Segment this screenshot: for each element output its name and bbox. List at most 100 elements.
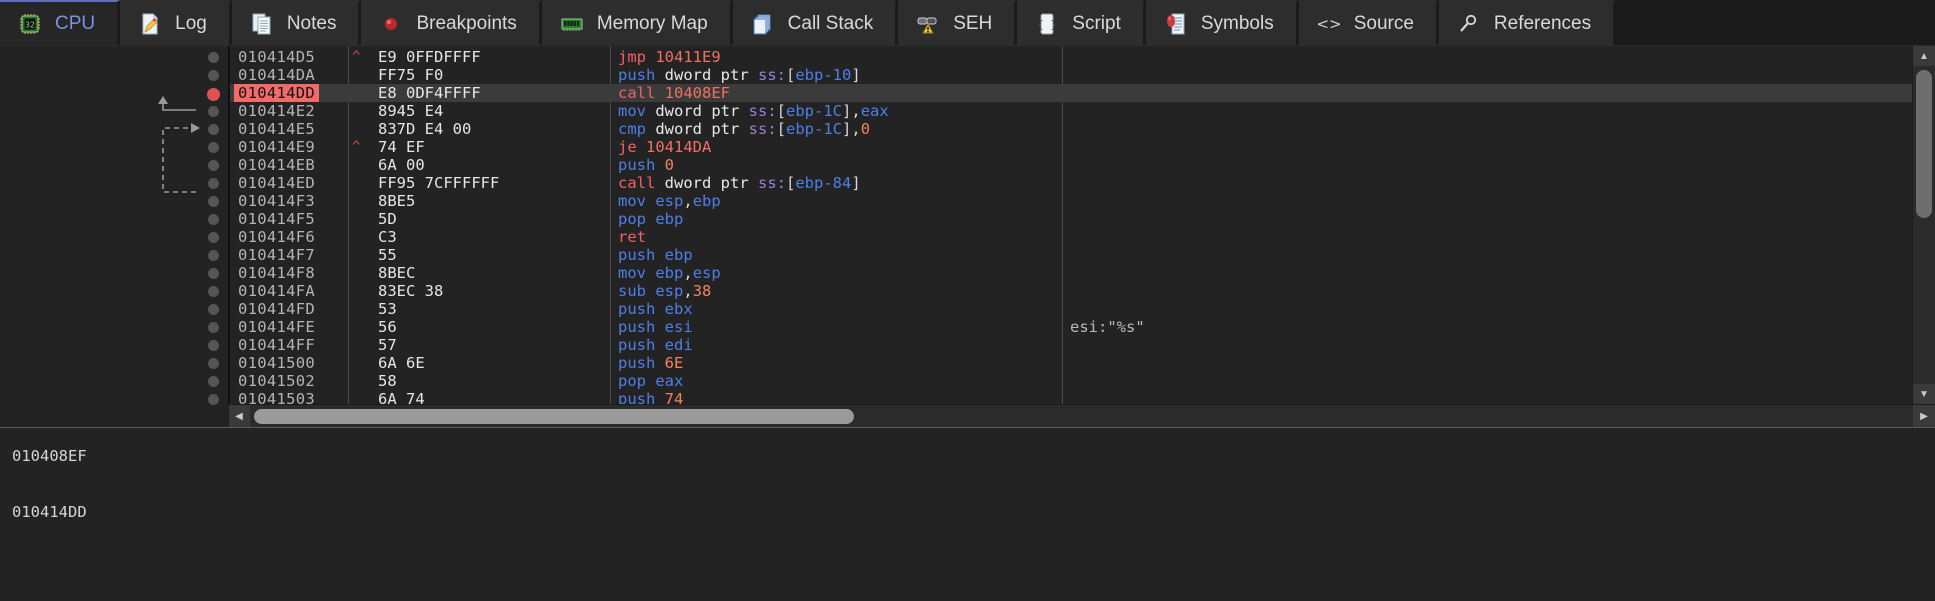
- instruction-mnemonic: jmp: [618, 48, 646, 66]
- tab-source[interactable]: <> Source: [1298, 0, 1439, 45]
- disassembly-row[interactable]: 010414E9 ^ 74 EF je 10414DA: [230, 138, 1912, 156]
- disassembly-row[interactable]: 010414ED FF95 7CFFFFFF call dword ptr ss:[…: [230, 174, 1912, 192]
- scroll-left-icon[interactable]: ◀: [228, 405, 250, 427]
- instruction-address: 010414F5: [238, 210, 316, 228]
- instruction-text: push dword ptr ss:[ebp-10]: [618, 66, 861, 84]
- instruction-operand: ss:: [758, 174, 786, 192]
- disassembly-row[interactable]: 01041500 6A 6E push 6E: [230, 354, 1912, 372]
- breakpoint-toggle-icon[interactable]: [208, 70, 219, 81]
- breakpoint-toggle-icon[interactable]: [208, 178, 219, 189]
- disassembly-vertical-scrollbar[interactable]: ▲ ▼: [1912, 46, 1935, 404]
- instruction-address: 010414D5: [238, 48, 316, 66]
- tab-memory-map[interactable]: Memory Map: [541, 0, 733, 45]
- scroll-up-icon[interactable]: ▲: [1913, 46, 1935, 66]
- breakpoint-toggle-icon[interactable]: [208, 142, 219, 153]
- disassembly-row[interactable]: 010414F8 8BEC mov ebp,esp: [230, 264, 1912, 282]
- disassembly-row[interactable]: 010414DD E8 0DF4FFFF call 10408EF: [230, 84, 1912, 102]
- disassembly-row[interactable]: 010414FF 57 push edi: [230, 336, 1912, 354]
- breakpoint-toggle-icon[interactable]: [208, 214, 219, 225]
- disassembly-list[interactable]: 010414D5 ^ E9 0FFDFFFF jmp 10411E9 010414DA F…: [228, 46, 1912, 404]
- instruction-mnemonic: push: [618, 336, 656, 354]
- instruction-bytes: E8 0DF4FFFF: [378, 84, 481, 102]
- tab-cpu[interactable]: 32 CPU: [0, 0, 121, 45]
- instruction-address: 010414F6: [238, 228, 316, 246]
- tab-log[interactable]: Log: [120, 0, 232, 45]
- disassembly-row[interactable]: 010414F3 8BE5 mov esp,ebp: [230, 192, 1912, 210]
- breakpoint-toggle-icon[interactable]: [208, 250, 219, 261]
- instruction-operand: esi: [664, 318, 693, 336]
- tab-label: Source: [1353, 13, 1414, 34]
- panel-edge: [228, 403, 229, 427]
- instruction-address: 010414E5: [238, 120, 316, 138]
- scroll-down-icon[interactable]: ▼: [1913, 384, 1935, 404]
- disassembly-row[interactable]: 010414EB 6A 00 push 0: [230, 156, 1912, 174]
- breakpoint-set-icon[interactable]: [207, 88, 220, 101]
- disassembly-row[interactable]: 01041503 6A 74 push 74: [230, 390, 1912, 404]
- tab-label: SEH: [953, 13, 993, 34]
- disassembly-row[interactable]: 010414FE 56 push esi esi:"%s": [230, 318, 1912, 336]
- breakpoint-toggle-icon[interactable]: [208, 322, 219, 333]
- instruction-bytes: FF75 F0: [378, 66, 444, 84]
- tab-notes[interactable]: Notes: [231, 0, 362, 45]
- breakpoint-toggle-icon[interactable]: [208, 340, 219, 351]
- jump-direction-icon: ^: [352, 139, 361, 155]
- disassembly-horizontal-scrollbar[interactable]: ◀ ▶: [228, 404, 1935, 427]
- memory-ram-icon: [560, 12, 584, 36]
- tab-script[interactable]: { } Script: [1017, 0, 1146, 45]
- panel-divider: [0, 427, 1935, 428]
- instruction-address: 01041503: [238, 390, 316, 404]
- scroll-right-icon[interactable]: ▶: [1913, 405, 1935, 427]
- instruction-operand: 38: [692, 282, 712, 300]
- breakpoint-toggle-icon[interactable]: [208, 394, 219, 405]
- disassembly-row[interactable]: 010414FD 53 push ebx: [230, 300, 1912, 318]
- instruction-operand: esp: [655, 192, 684, 210]
- disassembly-row[interactable]: 010414E2 8945 E4 mov dword ptr ss:[ebp-1C]…: [230, 102, 1912, 120]
- main-tab-bar[interactable]: 32 CPU Log Notes Breakpoints Memory Map Call S…: [0, 0, 1935, 46]
- disassembly-row[interactable]: 01041502 58 pop eax: [230, 372, 1912, 390]
- tab-label: Script: [1072, 13, 1121, 34]
- breakpoint-toggle-icon[interactable]: [208, 106, 219, 117]
- disassembly-row[interactable]: 010414F6 C3 ret: [230, 228, 1912, 246]
- disassembly-row[interactable]: 010414E5 837D E4 00 cmp dword ptr ss:[ebp-…: [230, 120, 1912, 138]
- breakpoint-toggle-icon[interactable]: [208, 124, 219, 135]
- breakpoint-toggle-icon[interactable]: [208, 286, 219, 297]
- breakpoint-toggle-icon[interactable]: [208, 304, 219, 315]
- instruction-mnemonic: sub: [618, 282, 646, 300]
- jump-direction-icon: ^: [352, 49, 361, 65]
- instruction-text: cmp dword ptr ss:[ebp-1C],0: [618, 120, 870, 138]
- instruction-bytes: 8945 E4: [378, 102, 444, 120]
- instruction-operand: dword ptr: [664, 66, 758, 84]
- breakpoint-toggle-icon[interactable]: [208, 160, 219, 171]
- log-line: 010408EF: [12, 447, 87, 465]
- instruction-operand: edi: [664, 336, 693, 354]
- tab-seh[interactable]: SEH: [898, 0, 1018, 45]
- instruction-bytes: 8BEC: [378, 264, 416, 282]
- instruction-address: 010414ED: [238, 174, 316, 192]
- instruction-mnemonic: push: [618, 390, 656, 404]
- breakpoint-toggle-icon[interactable]: [208, 52, 219, 63]
- instruction-bytes: 83EC 38: [378, 282, 444, 300]
- breakpoint-toggle-icon[interactable]: [208, 376, 219, 387]
- disassembly-row[interactable]: 010414D5 ^ E9 0FFDFFFF jmp 10411E9: [230, 48, 1912, 66]
- tab-references[interactable]: References: [1438, 0, 1617, 45]
- breakpoint-toggle-icon[interactable]: [208, 232, 219, 243]
- tab-symbols[interactable]: Symbols: [1145, 0, 1299, 45]
- references-magnifier-icon: [1457, 12, 1481, 36]
- log-panel[interactable]: 010408EF 010414DD: [0, 403, 1935, 601]
- disassembly-row[interactable]: 010414F5 5D pop ebp: [230, 210, 1912, 228]
- vertical-scroll-thumb[interactable]: [1916, 70, 1932, 218]
- breakpoint-column[interactable]: [202, 46, 228, 405]
- breakpoint-toggle-icon[interactable]: [208, 268, 219, 279]
- svg-text:{ }: { }: [1037, 18, 1057, 31]
- horizontal-scroll-thumb[interactable]: [254, 409, 854, 424]
- breakpoint-toggle-icon[interactable]: [208, 358, 219, 369]
- cpu-chip-icon: 32: [18, 12, 42, 36]
- tab-label: Breakpoints: [416, 13, 517, 34]
- tab-call-stack[interactable]: Call Stack: [732, 0, 899, 45]
- breakpoint-toggle-icon[interactable]: [208, 196, 219, 207]
- instruction-operand: 74: [664, 390, 684, 404]
- tab-breakpoints[interactable]: Breakpoints: [361, 0, 542, 45]
- disassembly-row[interactable]: 010414F7 55 push ebp: [230, 246, 1912, 264]
- disassembly-row[interactable]: 010414FA 83EC 38 sub esp,38: [230, 282, 1912, 300]
- disassembly-row[interactable]: 010414DA FF75 F0 push dword ptr ss:[ebp-10…: [230, 66, 1912, 84]
